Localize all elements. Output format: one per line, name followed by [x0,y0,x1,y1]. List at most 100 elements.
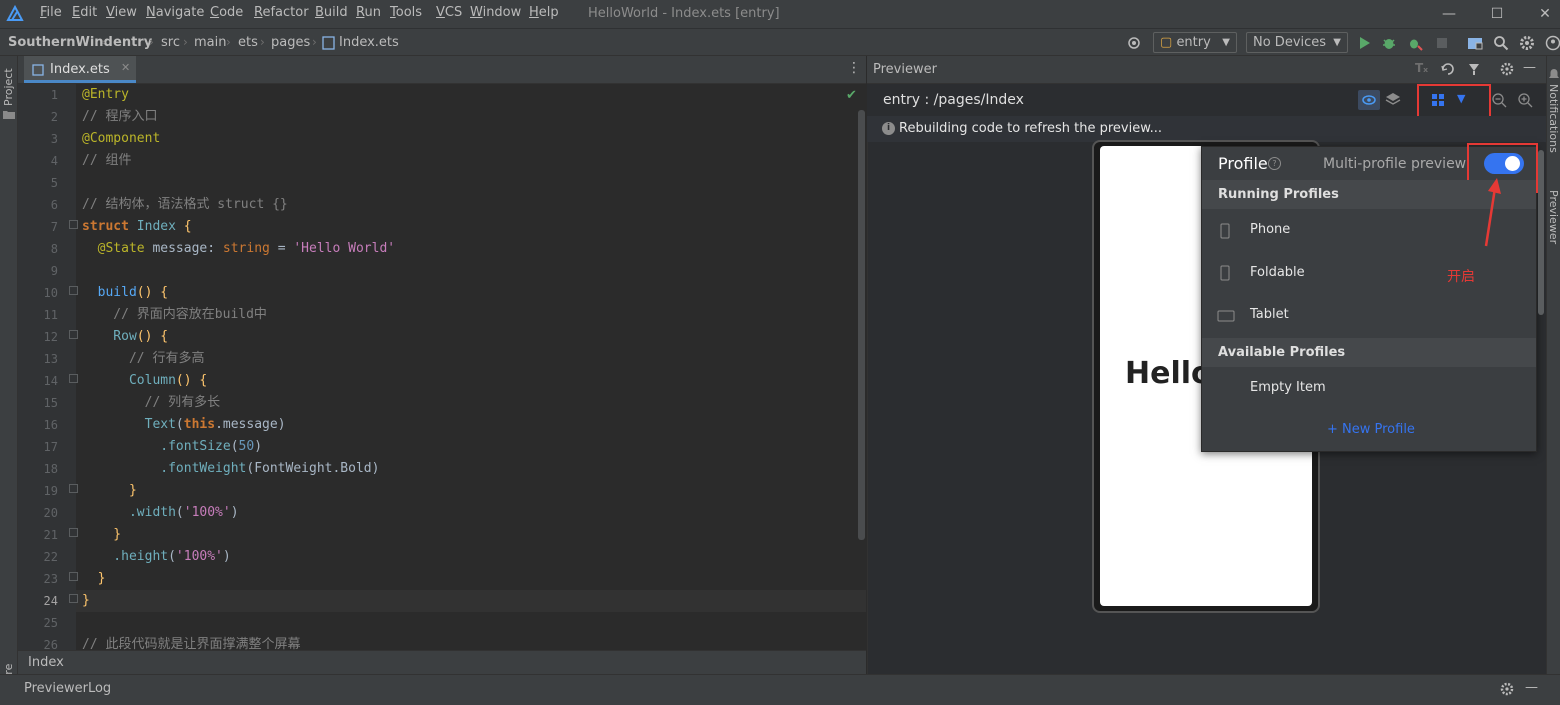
notifications-tool-tab[interactable]: Notifications [1547,84,1560,153]
target-icon[interactable] [1126,35,1142,51]
code-line: // 行有多高 [82,351,205,366]
menu-code[interactable]: Code [210,5,243,20]
project-tool-tab[interactable]: Project [2,68,15,106]
minimize-panel-icon[interactable]: — [1523,60,1536,75]
profile-tablet[interactable]: Tablet [1250,307,1289,322]
font-size-icon[interactable]: Tₓ [1415,61,1428,75]
preview-mode-button[interactable] [1358,90,1380,110]
debug-icon[interactable] [1381,35,1397,51]
file-icon [322,36,335,50]
menu-help[interactable]: Help [529,5,559,20]
breadcrumb-module[interactable]: entry [113,35,152,50]
menu-tools[interactable]: Tools [390,5,422,20]
menu-navigate[interactable]: Navigate [146,5,204,20]
breadcrumb-file[interactable]: Index.ets [339,35,399,50]
fold-marker-icon[interactable] [69,286,78,295]
stop-icon[interactable] [1434,35,1450,51]
menu-edit[interactable]: Edit [72,5,97,20]
fold-marker-icon[interactable] [69,572,78,581]
menu-refactor[interactable]: Refactor [254,5,309,20]
bottom-tool-bar: PreviewerLog — [0,674,1560,705]
previewer-log-tab[interactable]: PreviewerLog [24,681,111,696]
menu-build[interactable]: Build [315,5,348,20]
more-options-icon[interactable]: ⋮ [847,60,861,76]
account-icon[interactable] [1545,35,1560,51]
line-number: 20 [43,506,58,520]
fold-marker-icon[interactable] [69,220,78,229]
line-number: 25 [43,616,58,630]
editor-breadcrumb-bar: Index [18,650,866,674]
minimize-icon[interactable]: — [1439,4,1459,24]
folder-icon [3,111,15,119]
info-icon: i [882,122,895,135]
menu-vcs[interactable]: VCS [436,5,462,20]
line-number: 24 [43,594,58,608]
tab-close-icon[interactable]: ✕ [121,61,130,74]
zoom-out-icon[interactable] [1491,92,1507,108]
maximize-icon[interactable]: ☐ [1487,4,1507,24]
menu-view[interactable]: View [106,5,137,20]
layers-icon[interactable] [1384,91,1402,109]
breadcrumb-pages[interactable]: pages [271,35,310,50]
line-number: 18 [43,462,58,476]
breadcrumb-main[interactable]: main [194,35,226,50]
left-tool-strip: Project ucture [0,56,18,705]
inspector-icon[interactable] [1467,62,1481,76]
code-line: // 列有多长 [82,395,221,410]
help-icon[interactable]: ? [1268,157,1281,170]
settings-gear-icon[interactable] [1500,682,1514,696]
fold-marker-icon[interactable] [69,594,78,603]
fold-marker-icon[interactable] [69,330,78,339]
eye-icon [1362,95,1376,105]
refresh-icon[interactable] [1441,62,1455,76]
settings-gear-icon[interactable] [1519,35,1535,51]
device-select-value: No Devices [1253,35,1327,50]
line-number: 5 [50,176,58,190]
line-number: 21 [43,528,58,542]
chevron-right-icon: › [183,35,188,49]
code-line: @Component [82,131,161,146]
line-number: 3 [50,132,58,146]
line-number: 7 [50,220,58,234]
structure-breadcrumb[interactable]: Index [28,655,64,670]
tab-label: Index.ets [50,62,110,77]
tab-index-ets[interactable]: Index.ets ✕ [24,56,136,83]
line-number: 22 [43,550,58,564]
search-icon[interactable] [1493,35,1509,51]
run-icon[interactable] [1356,35,1372,51]
new-profile-link[interactable]: + New Profile [1327,422,1415,437]
close-icon[interactable]: ✕ [1535,4,1555,24]
editor-scrollbar[interactable] [858,110,865,540]
fold-marker-icon[interactable] [69,484,78,493]
breadcrumb-src[interactable]: src [161,35,180,50]
previewer-tool-tab[interactable]: Previewer [1547,190,1560,244]
project-structure-icon[interactable] [1467,35,1483,51]
preview-page-path: entry : /pages/Index [883,92,1024,108]
breadcrumb-ets[interactable]: ets [238,35,258,50]
fold-marker-icon[interactable] [69,374,78,383]
profile-grid-icon[interactable] [1432,94,1444,106]
attach-debugger-icon[interactable] [1407,35,1423,51]
minimize-panel-icon[interactable]: — [1525,680,1538,695]
profile-dropdown-icon[interactable]: ▼ [1457,92,1465,105]
multi-profile-toggle[interactable] [1484,153,1524,174]
menu-bar: File Edit View Navigate Code Refactor Bu… [0,0,1560,28]
profile-foldable[interactable]: Foldable [1250,265,1305,280]
fold-marker-icon[interactable] [69,528,78,537]
zoom-in-icon[interactable] [1517,92,1533,108]
code-editor[interactable]: @Entry // 程序入口 @Component // 组件 // 结构体，语… [76,84,866,650]
line-number: 17 [43,440,58,454]
menu-file[interactable]: File [40,5,62,20]
menu-window[interactable]: Window [470,5,521,20]
settings-gear-icon[interactable] [1500,62,1514,76]
code-line: } [82,527,122,542]
breadcrumb-project[interactable]: SouthernWind [8,35,113,50]
device-select[interactable]: No Devices ▼ [1246,32,1348,53]
module-select[interactable]: ▢ entry ▼ [1153,32,1237,53]
previewer-scrollbar[interactable] [1538,150,1544,315]
code-line: .width('100%') [82,505,239,520]
profile-empty-item[interactable]: Empty Item [1250,380,1326,395]
menu-run[interactable]: Run [356,5,381,20]
profile-phone[interactable]: Phone [1250,222,1290,237]
toggle-knob [1505,156,1520,171]
